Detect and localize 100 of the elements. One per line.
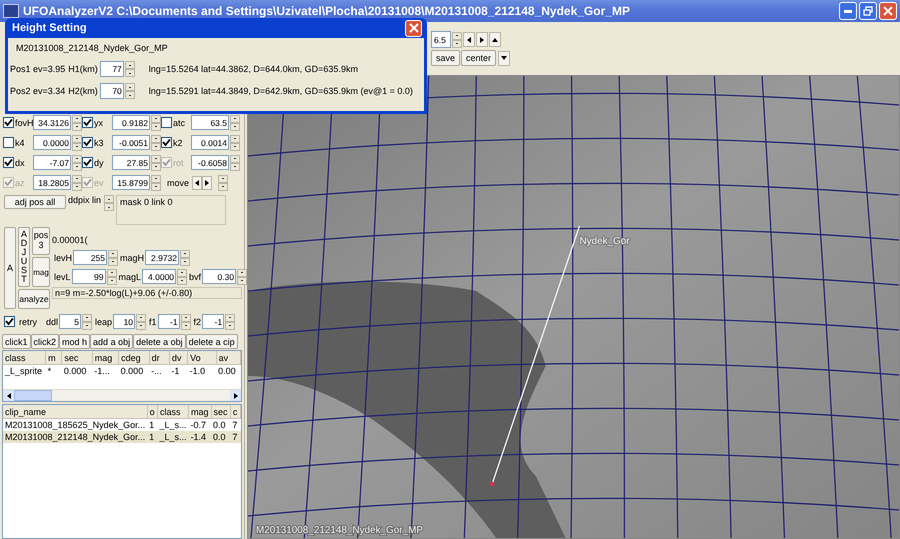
checkbox[interactable] [82,157,93,168]
input-field[interactable]: 6.5 [431,31,451,48]
input-field[interactable]: 2.9732 [145,250,180,265]
spin-button[interactable] [136,314,146,330]
left-arrow-button[interactable] [463,32,475,47]
analyze-button[interactable]: analyze [18,289,50,309]
checkbox[interactable] [161,117,172,128]
adj-pos-all-button[interactable]: adj pos all [4,195,66,209]
table-cell[interactable]: 0.0 [211,431,230,443]
table-cell[interactable]: -0.7 [188,418,212,431]
input-field[interactable]: 77 [100,61,124,77]
down-arrow-button[interactable] [498,50,510,66]
checkbox[interactable] [3,117,14,128]
spin-button[interactable] [72,174,82,190]
table-cell[interactable]: 1 [147,418,158,431]
input-field[interactable]: 63.5 [191,115,229,130]
spin-button[interactable] [72,154,82,170]
action-button[interactable]: mod h [59,334,90,349]
input-field[interactable]: 27.85 [112,155,150,170]
action-button[interactable]: delete a obj [133,334,186,349]
input-field[interactable]: 10 [113,314,136,329]
column-header[interactable]: c [230,405,240,418]
restore-button[interactable] [859,2,877,20]
column-header[interactable]: cdeg [118,351,150,364]
spin-button[interactable] [72,114,82,130]
action-button[interactable]: delete a cip [186,334,238,349]
spin-button[interactable] [151,134,161,150]
table-cell[interactable]: 7 [230,431,240,443]
checkbox[interactable] [82,117,93,128]
column-header[interactable]: class [3,351,46,364]
column-header[interactable]: dr [149,351,170,364]
action-button[interactable]: add a obj [90,334,134,349]
checkbox[interactable] [3,137,14,148]
column-header[interactable]: o [147,405,158,418]
spin-button[interactable] [177,268,188,284]
checkbox[interactable] [4,316,15,327]
column-header[interactable]: clip_name [3,405,148,418]
input-field[interactable]: 255 [73,250,108,265]
column-header[interactable]: sec [211,405,230,418]
action-button[interactable]: click1 [2,334,31,349]
pos-button[interactable]: pos 3 [32,227,50,255]
input-field[interactable]: -1 [158,314,180,329]
spin-button[interactable] [225,314,236,330]
table-cell[interactable]: 1 [147,431,158,443]
mag-button[interactable]: mag [32,257,50,287]
left-arrow-button[interactable] [192,176,202,190]
spin-button[interactable] [82,314,92,330]
action-button[interactable]: click2 [30,334,60,349]
table-cell[interactable]: 7 [230,418,240,431]
spin-button[interactable] [72,134,82,150]
up-arrow-button[interactable] [489,32,501,47]
table-cell[interactable]: _L_s... [157,418,189,431]
close-button[interactable] [879,2,897,20]
adjust-button[interactable]: ADJUST [18,227,30,287]
spin-button[interactable] [151,114,161,130]
right-arrow-button[interactable] [202,176,212,190]
spin-button[interactable] [180,250,190,266]
spin-button[interactable] [230,114,240,130]
save-button[interactable]: save [431,50,460,66]
input-field[interactable]: 70 [100,83,124,99]
checkbox[interactable] [82,137,93,148]
input-field[interactable]: 0.30 [202,269,236,284]
table-cell[interactable]: _L_s... [157,431,189,443]
spin-button[interactable] [104,195,114,211]
spin-button[interactable] [230,154,240,170]
input-field[interactable]: -1 [202,314,224,329]
input-field[interactable]: -7.07 [33,155,71,170]
close-button[interactable] [405,20,422,36]
column-header[interactable]: m [46,351,62,364]
center-button[interactable]: center [461,50,496,66]
column-header[interactable]: mag [92,351,119,364]
spin-button[interactable] [218,174,228,190]
table-cell[interactable]: M20131008_185625_Nydek_Gor... [3,418,148,431]
spin-button[interactable] [124,61,135,77]
table-cell[interactable]: 0.0 [211,418,230,431]
checkbox[interactable] [3,157,14,168]
input-field[interactable]: 0.9182 [112,115,150,130]
spin-button[interactable] [108,250,118,266]
spin-button[interactable] [151,154,161,170]
checkbox[interactable] [161,137,172,148]
spin-button[interactable] [237,268,248,284]
column-header[interactable]: av [216,351,240,364]
column-header[interactable]: sec [62,351,92,364]
input-field[interactable]: 0.0000 [33,135,71,150]
input-field[interactable]: -0.0051 [112,135,150,150]
column-header[interactable]: mag [188,405,212,418]
column-header[interactable]: Vo [188,351,216,364]
column-header[interactable]: dv [169,351,188,364]
right-arrow-button[interactable] [476,32,488,47]
input-field[interactable]: 4.0000 [142,269,176,284]
input-field[interactable]: 5 [59,314,82,329]
spin-button[interactable] [106,268,117,284]
spin-button[interactable] [230,134,240,150]
spin-button[interactable] [151,174,161,190]
input-field[interactable]: 34.3126 [33,115,71,130]
input-field[interactable]: 99 [72,269,106,284]
horizontal-scrollbar[interactable] [3,389,241,401]
spin-button[interactable] [180,314,191,330]
a-button[interactable]: A [4,227,16,309]
spin-button[interactable] [124,83,135,99]
